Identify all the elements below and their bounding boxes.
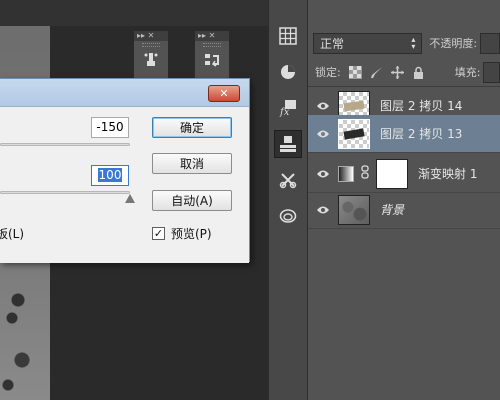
gradient-map-icon bbox=[338, 165, 354, 182]
partial-option-label[interactable]: 板(L) bbox=[0, 225, 24, 242]
color-icon[interactable] bbox=[274, 58, 302, 86]
history-panel[interactable]: ▸▸ ✕ bbox=[194, 30, 230, 80]
cancel-button[interactable]: 取消 bbox=[152, 153, 232, 174]
checkmark-icon: ✓ bbox=[153, 227, 164, 240]
visibility-eye-icon[interactable] bbox=[308, 129, 338, 139]
options-bar bbox=[0, 0, 268, 26]
brush-preset-icon[interactable] bbox=[142, 51, 160, 69]
lock-transparent-icon[interactable] bbox=[348, 65, 362, 79]
fill-field[interactable] bbox=[483, 61, 500, 83]
blend-mode-value: 正常 bbox=[320, 36, 345, 51]
value-input-1-text: -150 bbox=[96, 120, 124, 134]
visibility-eye-icon[interactable] bbox=[308, 101, 338, 111]
close-button[interactable]: ✕ bbox=[208, 85, 240, 102]
panel-header[interactable]: ▸▸ ✕ bbox=[195, 31, 229, 41]
slider-track-2[interactable] bbox=[0, 191, 130, 194]
navigator-icon[interactable] bbox=[274, 22, 302, 50]
layers-panel-icon[interactable] bbox=[274, 130, 302, 158]
layer-name: 渐变映射 1 bbox=[418, 167, 478, 181]
panel-header[interactable]: ▸▸ ✕ bbox=[134, 31, 168, 41]
slider-thumb-2[interactable] bbox=[125, 194, 135, 203]
dialog-titlebar[interactable]: ✕ bbox=[0, 79, 249, 107]
opacity-label: 不透明度: bbox=[429, 37, 478, 50]
layer-row[interactable]: 图层 2 拷贝 13 bbox=[308, 115, 500, 153]
visibility-eye-icon[interactable] bbox=[308, 169, 338, 179]
svg-text:fx: fx bbox=[279, 107, 290, 117]
value-input-2-text: 100 bbox=[97, 168, 123, 182]
styles-fx-icon[interactable]: fx bbox=[274, 94, 302, 122]
ok-button[interactable]: 确定 bbox=[152, 117, 232, 138]
close-icon: ✕ bbox=[219, 87, 229, 100]
panel-head-controls[interactable]: ▸▸ ✕ bbox=[198, 31, 215, 41]
layer-name: 图层 2 拷贝 13 bbox=[380, 127, 463, 141]
tool-presets-panel[interactable]: ▸▸ ✕ bbox=[133, 30, 169, 80]
layer-row[interactable]: 渐变映射 1 bbox=[308, 155, 500, 193]
history-icon[interactable] bbox=[203, 51, 221, 69]
blend-mode-select[interactable]: 正常 ▴ ▾ bbox=[313, 32, 423, 54]
opacity-field[interactable] bbox=[480, 32, 500, 54]
select-arrows-icon: ▴ ▾ bbox=[411, 35, 416, 51]
panel-grip[interactable] bbox=[142, 43, 160, 47]
value-input-1[interactable]: -150 bbox=[91, 117, 129, 138]
libraries-icon[interactable] bbox=[274, 202, 302, 230]
lock-position-icon[interactable] bbox=[390, 65, 404, 79]
lock-pixels-icon[interactable] bbox=[370, 65, 383, 79]
auto-button[interactable]: 自动(A) bbox=[152, 190, 232, 211]
layer-thumbnail bbox=[338, 194, 370, 225]
slider-track-1[interactable] bbox=[0, 143, 130, 146]
tools-scissors-icon[interactable] bbox=[274, 166, 302, 194]
panel-head-controls[interactable]: ▸▸ ✕ bbox=[137, 31, 154, 41]
layer-row[interactable]: 背景 bbox=[308, 191, 500, 229]
lock-all-icon[interactable] bbox=[412, 65, 425, 79]
visibility-eye-icon[interactable] bbox=[308, 205, 338, 215]
preview-checkbox[interactable]: ✓ bbox=[152, 227, 165, 240]
panel-tool-strip: fx bbox=[268, 0, 308, 400]
panel-grip[interactable] bbox=[203, 43, 221, 47]
layer-name: 背景 bbox=[380, 203, 405, 217]
preview-label[interactable]: 预览(P) bbox=[171, 225, 212, 242]
lock-label: 锁定: bbox=[315, 66, 341, 79]
layer-name: 图层 2 拷贝 14 bbox=[380, 99, 463, 113]
adjustment-dialog: ✕ -150 100 板(L) 确定 取消 自动(A) ✓ 预览(P) bbox=[0, 78, 250, 263]
fill-label: 填充: bbox=[454, 66, 481, 79]
layers-panel: 正常 ▴ ▾ 不透明度: 锁定: 填充: 图层 2 拷贝 14 图层 2 拷贝 1… bbox=[308, 0, 500, 400]
value-input-2[interactable]: 100 bbox=[91, 165, 129, 186]
link-icon[interactable] bbox=[360, 165, 370, 182]
layer-mask-thumbnail[interactable] bbox=[376, 158, 408, 189]
layer-thumbnail bbox=[338, 118, 370, 149]
